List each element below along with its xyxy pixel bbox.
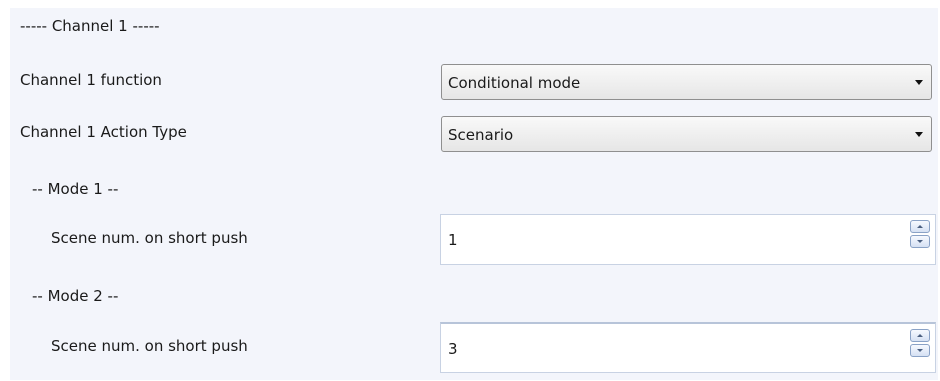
mode-2-scene-label: Scene num. on short push — [51, 337, 248, 355]
spin-down-icon[interactable] — [910, 235, 930, 248]
spin-down-icon[interactable] — [910, 344, 930, 357]
channel-function-value: Conditional mode — [448, 74, 581, 92]
mode-1-scene-value: 1 — [448, 231, 458, 249]
mode-1-header: -- Mode 1 -- — [32, 180, 119, 198]
mode-2-header: -- Mode 2 -- — [32, 287, 119, 305]
action-type-label: Channel 1 Action Type — [20, 123, 187, 141]
action-type-value: Scenario — [448, 126, 514, 144]
chevron-down-icon — [915, 132, 923, 137]
chevron-down-icon — [915, 80, 923, 85]
mode-1-scene-spinbox[interactable]: 1 — [440, 214, 936, 265]
channel-function-select[interactable]: Conditional mode — [441, 64, 932, 100]
action-type-select[interactable]: Scenario — [441, 116, 932, 152]
mode-2-scene-value: 3 — [448, 340, 458, 358]
channel-settings-panel: ----- Channel 1 ----- Channel 1 function… — [10, 8, 938, 380]
mode-2-scene-spinbox[interactable]: 3 — [440, 322, 936, 373]
spin-up-icon[interactable] — [910, 329, 930, 342]
spin-up-icon[interactable] — [910, 220, 930, 233]
channel-function-label: Channel 1 function — [20, 71, 162, 89]
channel-header: ----- Channel 1 ----- — [20, 17, 160, 35]
mode-1-scene-label: Scene num. on short push — [51, 229, 248, 247]
